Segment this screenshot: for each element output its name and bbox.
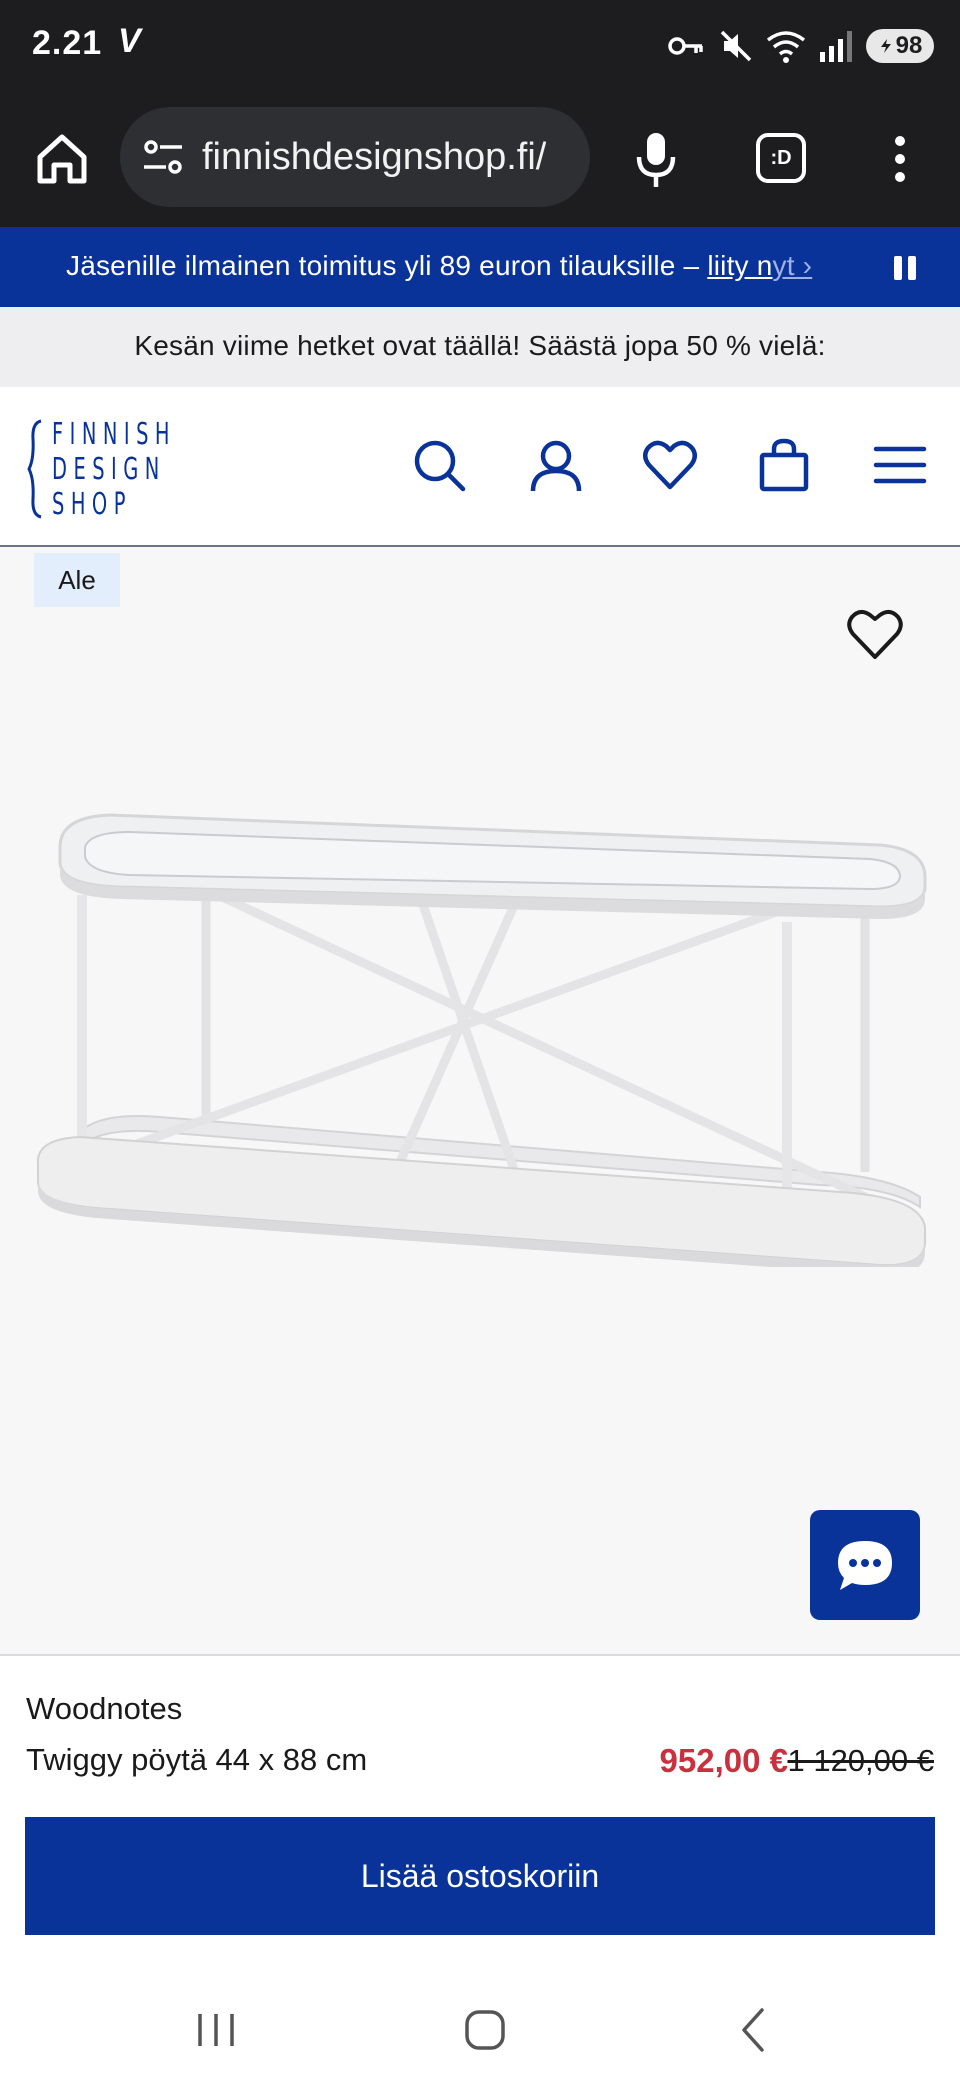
chat-icon bbox=[838, 1541, 892, 1590]
wishlist-heart-icon[interactable] bbox=[846, 607, 904, 661]
search-icon[interactable] bbox=[411, 437, 467, 493]
cart-icon[interactable] bbox=[756, 437, 812, 493]
sale-banner[interactable]: Kesän viime hetket ovat täällä! Säästä j… bbox=[0, 307, 960, 387]
recents-icon[interactable] bbox=[186, 2000, 246, 2060]
mic-icon[interactable] bbox=[628, 127, 684, 191]
promo-text: Jäsenille ilmainen toimitus yli 89 euron… bbox=[66, 250, 708, 281]
promo-bar: Jäsenille ilmainen toimitus yli 89 euron… bbox=[0, 227, 960, 307]
original-price: 1 120,00 € bbox=[787, 1743, 934, 1778]
battery-icon: 98 bbox=[866, 29, 934, 63]
site-logo[interactable]: FINNISH DESIGN SHOP bbox=[26, 417, 196, 522]
pause-icon[interactable] bbox=[888, 251, 922, 285]
wishlist-icon[interactable] bbox=[642, 437, 698, 493]
product-name: Twiggy pöytä 44 x 88 cm bbox=[26, 1742, 368, 1777]
status-time: 2.21 bbox=[32, 24, 103, 62]
product-info: Woodnotes Twiggy pöytä 44 x 88 cm 952,00… bbox=[0, 1654, 960, 1970]
system-nav-bar bbox=[0, 1970, 960, 2080]
logo-brace-icon bbox=[27, 419, 42, 519]
chat-button[interactable] bbox=[810, 1510, 920, 1620]
logo-line: SHOP bbox=[52, 487, 132, 522]
address-bar[interactable]: finnishdesignshop.fi/ bbox=[120, 107, 590, 207]
more-vert-icon[interactable] bbox=[880, 127, 920, 191]
charging-icon bbox=[880, 39, 891, 53]
signal-icon bbox=[820, 31, 852, 62]
product-image[interactable] bbox=[20, 787, 940, 1267]
home-icon[interactable] bbox=[30, 127, 94, 191]
mute-icon bbox=[720, 30, 752, 62]
sale-badge: Ale bbox=[34, 553, 120, 607]
home-button-icon[interactable] bbox=[455, 2000, 515, 2060]
tab-switcher-icon[interactable]: :D bbox=[756, 133, 806, 183]
product-image-area[interactable]: Ale bbox=[0, 547, 960, 1654]
add-to-cart-button[interactable]: Lisää ostoskoriin bbox=[25, 1817, 935, 1935]
account-icon[interactable] bbox=[528, 437, 584, 493]
logo-line: DESIGN bbox=[52, 452, 166, 487]
promo-message: Jäsenille ilmainen toimitus yli 89 euron… bbox=[66, 250, 812, 282]
menu-icon[interactable] bbox=[872, 437, 928, 493]
logo-line: FINNISH bbox=[52, 417, 177, 452]
battery-level: 98 bbox=[895, 32, 923, 59]
product-brand[interactable]: Woodnotes bbox=[26, 1691, 182, 1727]
status-icons: 98 bbox=[666, 26, 934, 66]
promo-join-link[interactable]: liity n bbox=[707, 250, 772, 281]
carrier-glyph: V bbox=[118, 22, 141, 60]
wifi-icon bbox=[766, 31, 806, 63]
sale-price: 952,00 € bbox=[659, 1742, 788, 1779]
back-icon[interactable] bbox=[724, 2000, 784, 2060]
status-bar: 2.21 V 98 bbox=[0, 0, 960, 93]
vpn-key-icon bbox=[668, 37, 703, 55]
site-settings-icon[interactable] bbox=[140, 134, 186, 180]
sale-banner-text[interactable]: Kesän viime hetket ovat täällä! Säästä j… bbox=[0, 330, 960, 362]
logo-wordmark: FINNISH DESIGN SHOP bbox=[52, 417, 224, 522]
site-header: FINNISH DESIGN SHOP bbox=[0, 387, 960, 547]
url-text[interactable]: finnishdesignshop.fi/ bbox=[202, 136, 546, 179]
browser-toolbar: finnishdesignshop.fi/ :D bbox=[0, 93, 960, 227]
promo-join-link-fade[interactable]: yt › bbox=[773, 250, 813, 281]
